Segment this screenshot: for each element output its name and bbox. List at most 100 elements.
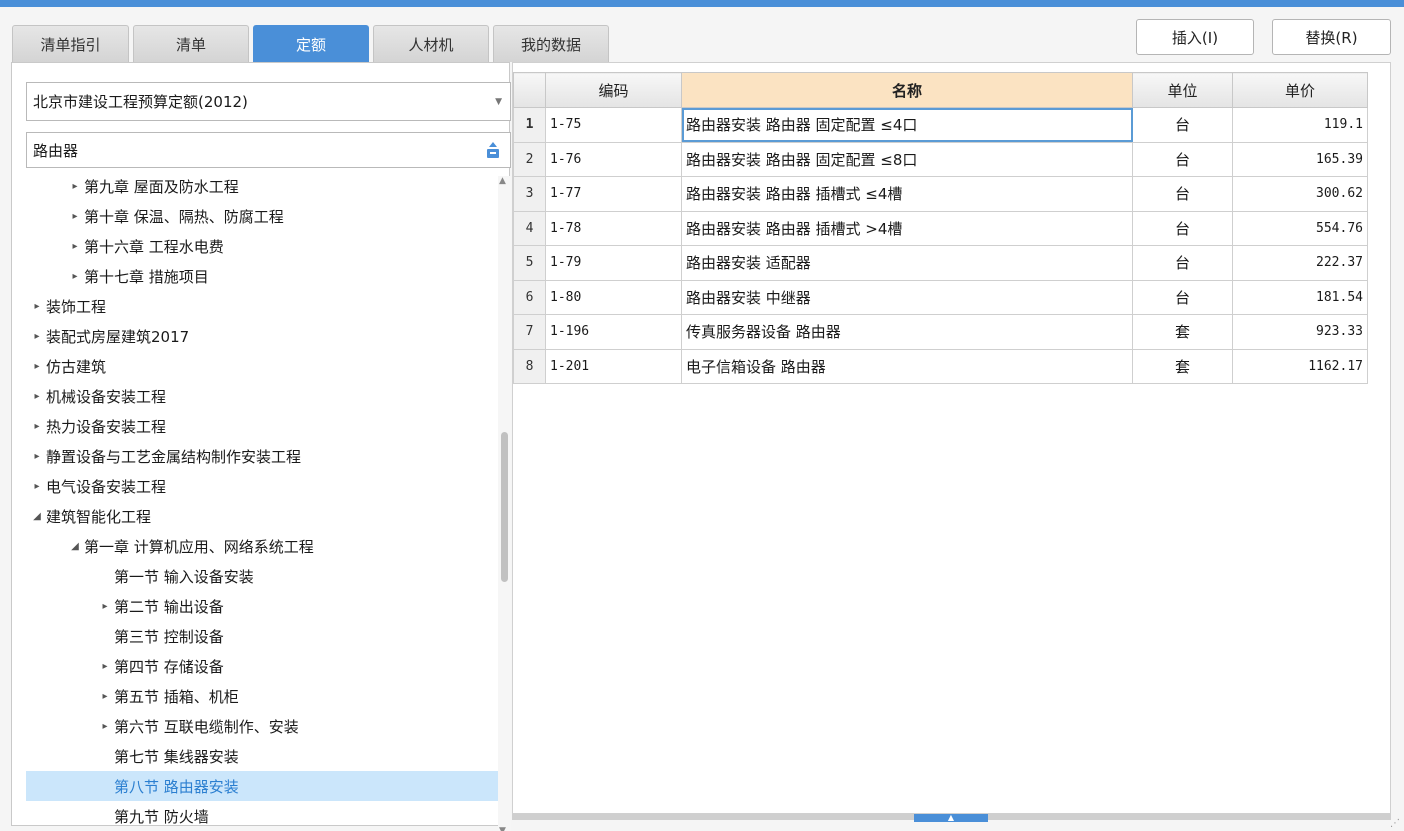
tab-quota[interactable]: 定额 [253,25,369,62]
column-header-unit[interactable]: 单位 [1132,72,1233,108]
tree-item[interactable]: ▸ 第九章 屋面及防水工程 [26,171,498,201]
table-row[interactable]: 4 1-78 路由器安装 路由器 插槽式 >4槽台 554.76 [513,210,1368,246]
scroll-up-icon[interactable]: ▲ [499,176,506,186]
cell-name[interactable]: 路由器安装 适配器 [681,245,1133,281]
column-header-name[interactable]: 名称 [681,72,1133,108]
cell-price[interactable]: 119.1 [1232,107,1368,143]
cell-name[interactable]: 路由器安装 路由器 固定配置 ≤8口 [681,141,1133,177]
caret-down-icon[interactable]: ◢ [66,541,84,552]
cell-code[interactable]: 1-80 [545,279,682,315]
cell-unit[interactable]: 台 [1132,107,1233,143]
caret-right-icon[interactable]: ▸ [66,211,84,222]
tree-item[interactable]: ◢ 第一章 计算机应用、网络系统工程 [26,531,498,561]
cell-code[interactable]: 1-78 [545,210,682,246]
caret-right-icon[interactable]: ▸ [96,601,114,612]
search-input[interactable]: 路由器 [26,132,511,168]
caret-right-icon[interactable]: ▸ [28,421,46,432]
caret-right-icon[interactable]: ▸ [96,661,114,672]
cell-price[interactable]: 1162.17 [1232,348,1368,384]
column-header-price[interactable]: 单价 [1232,72,1368,108]
tree-item[interactable]: ▸ 第六节 互联电缆制作、安装 [26,711,498,741]
column-header-code[interactable]: 编码 [545,72,682,108]
tree-item[interactable]: 第三节 控制设备 [26,621,498,651]
cell-name[interactable]: 路由器安装 路由器 插槽式 >4槽 [681,210,1133,246]
tree-item[interactable]: ▸ 静置设备与工艺金属结构制作安装工程 [26,441,498,471]
cell-name[interactable]: 传真服务器设备 路由器 [681,314,1133,350]
tree-item[interactable]: ▸ 装饰工程 [26,291,498,321]
tree-item[interactable]: ▸ 第二节 输出设备 [26,591,498,621]
tree-item[interactable]: ▸ 仿古建筑 [26,351,498,381]
cell-name[interactable]: 路由器安装 路由器 固定配置 ≤4口 [681,107,1133,143]
cell-name[interactable]: 路由器安装 中继器 [681,279,1133,315]
caret-right-icon[interactable]: ▸ [28,451,46,462]
tree-item[interactable]: ▸ 第五节 插箱、机柜 [26,681,498,711]
cell-name[interactable]: 路由器安装 路由器 插槽式 ≤4槽 [681,176,1133,212]
collapse-up-icon[interactable]: ▲ [914,814,988,822]
table-row[interactable]: 7 1-196 传真服务器设备 路由器套 923.33 [513,314,1368,350]
caret-right-icon[interactable]: ▸ [66,181,84,192]
tree-item[interactable]: 第九节 防火墙 [26,801,498,831]
cell-unit[interactable]: 台 [1132,210,1233,246]
caret-right-icon[interactable]: ▸ [96,691,114,702]
tree-item[interactable]: ▸ 热力设备安装工程 [26,411,498,441]
cell-unit[interactable]: 套 [1132,348,1233,384]
cell-price[interactable]: 554.76 [1232,210,1368,246]
tree-item[interactable]: 第一节 输入设备安装 [26,561,498,591]
caret-right-icon[interactable]: ▸ [28,331,46,342]
tab-labor-material-machine[interactable]: 人材机 [373,25,489,62]
cell-unit[interactable]: 台 [1132,279,1233,315]
locate-icon[interactable] [485,141,501,159]
caret-right-icon[interactable]: ▸ [66,241,84,252]
caret-right-icon[interactable]: ▸ [28,301,46,312]
scrollbar-thumb[interactable] [501,432,508,582]
tree-item[interactable]: ▸ 第十六章 工程水电费 [26,231,498,261]
tree-item[interactable]: ◢ 建筑智能化工程 [26,501,498,531]
cell-price[interactable]: 222.37 [1232,245,1368,281]
cell-code[interactable]: 1-75 [545,107,682,143]
tree-item[interactable]: ▸ 第十章 保温、隔热、防腐工程 [26,201,498,231]
table-row[interactable]: 1 1-75 路由器安装 路由器 固定配置 ≤4口台 119.1 [513,107,1368,143]
insert-button[interactable]: 插入(I) [1136,19,1254,55]
cell-code[interactable]: 1-79 [545,245,682,281]
cell-code[interactable]: 1-77 [545,176,682,212]
cell-code[interactable]: 1-201 [545,348,682,384]
tab-list[interactable]: 清单 [133,25,249,62]
cell-unit[interactable]: 台 [1132,245,1233,281]
replace-button[interactable]: 替换(R) [1272,19,1391,55]
tree-item[interactable]: 第七节 集线器安装 [26,741,498,771]
panel-splitter[interactable]: ▲ [512,814,1391,822]
cell-price[interactable]: 300.62 [1232,176,1368,212]
caret-right-icon[interactable]: ▸ [66,271,84,282]
cell-price[interactable]: 923.33 [1232,314,1368,350]
table-row[interactable]: 6 1-80 路由器安装 中继器台 181.54 [513,279,1368,315]
caret-down-icon[interactable]: ◢ [28,511,46,522]
caret-right-icon[interactable]: ▸ [28,391,46,402]
cell-price[interactable]: 165.39 [1232,141,1368,177]
cell-unit[interactable]: 台 [1132,141,1233,177]
caret-right-icon[interactable]: ▸ [28,361,46,372]
cell-name[interactable]: 电子信箱设备 路由器 [681,348,1133,384]
tree-item[interactable]: ▸ 电气设备安装工程 [26,471,498,501]
table-row[interactable]: 5 1-79 路由器安装 适配器台 222.37 [513,245,1368,281]
tree-item[interactable]: ▸ 装配式房屋建筑2017 [26,321,498,351]
tab-list-guide[interactable]: 清单指引 [12,25,129,62]
caret-right-icon[interactable]: ▸ [96,721,114,732]
tree-item-selected[interactable]: 第八节 路由器安装 [26,771,498,801]
quota-library-dropdown[interactable]: 北京市建设工程预算定额(2012) ▼ [26,82,511,121]
cell-unit[interactable]: 台 [1132,176,1233,212]
cell-code[interactable]: 1-196 [545,314,682,350]
table-row[interactable]: 2 1-76 路由器安装 路由器 固定配置 ≤8口台 165.39 [513,141,1368,177]
tree-scrollbar[interactable]: ▲ ▼ [498,176,511,831]
resize-grip-icon[interactable]: ⋰ [1390,818,1400,829]
cell-code[interactable]: 1-76 [545,141,682,177]
cell-price[interactable]: 181.54 [1232,279,1368,315]
tree-item[interactable]: ▸ 第四节 存储设备 [26,651,498,681]
tree-item[interactable]: ▸ 机械设备安装工程 [26,381,498,411]
tree-item[interactable]: ▸ 第十七章 措施项目 [26,261,498,291]
scroll-down-icon[interactable]: ▼ [499,826,506,831]
tab-my-data[interactable]: 我的数据 [493,25,609,62]
table-row[interactable]: 3 1-77 路由器安装 路由器 插槽式 ≤4槽台 300.62 [513,176,1368,212]
caret-right-icon[interactable]: ▸ [28,481,46,492]
table-row[interactable]: 8 1-201 电子信箱设备 路由器套 1162.17 [513,348,1368,384]
cell-unit[interactable]: 套 [1132,314,1233,350]
